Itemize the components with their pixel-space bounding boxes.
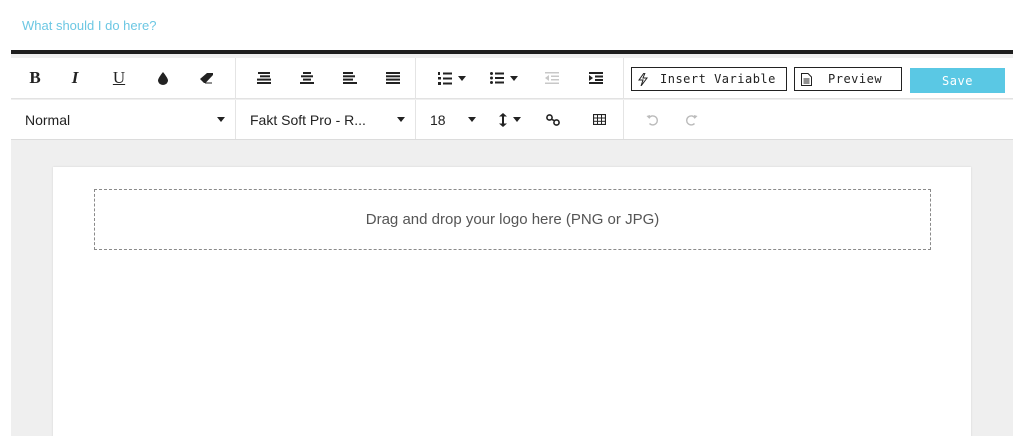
ink-drop-icon [158, 71, 168, 85]
alignment-group [236, 58, 416, 98]
align-justify-button[interactable] [372, 63, 415, 93]
align-right-icon [343, 72, 358, 84]
paragraph-style-value: Normal [25, 111, 71, 128]
dropzone-text: Drag and drop your logo here (PNG or JPG… [365, 211, 660, 228]
link-icon [546, 113, 560, 126]
bullet-list-icon [490, 72, 504, 84]
redo-icon [686, 114, 698, 126]
font-family-value: Fakt Soft Pro - R... [250, 111, 366, 128]
chevron-down-icon [397, 117, 405, 122]
bullet-list-dropdown[interactable] [478, 63, 530, 93]
align-left-icon [256, 72, 271, 84]
preview-label: Preview [828, 72, 883, 86]
email-canvas[interactable]: Drag and drop your logo here (PNG or JPG… [53, 167, 971, 436]
save-button[interactable]: Save [910, 68, 1005, 93]
font-family-select[interactable]: Fakt Soft Pro - R... [236, 100, 416, 139]
align-center-icon [299, 72, 314, 84]
text-style-group: B I U [11, 58, 236, 98]
italic-button[interactable]: I [53, 63, 97, 93]
history-group [624, 100, 734, 139]
align-justify-icon [386, 72, 401, 84]
toolbar-row-typography: Normal Fakt Soft Pro - R... 18 [11, 100, 1013, 140]
insert-link-button[interactable] [530, 105, 576, 135]
preview-button[interactable]: Preview [794, 67, 902, 91]
text-color-button[interactable] [141, 63, 185, 93]
insert-variable-label: Insert Variable [660, 72, 776, 86]
list-group [416, 58, 624, 98]
redo-button[interactable] [672, 105, 712, 135]
line-height-icon [499, 112, 507, 127]
outdent-icon [545, 72, 559, 84]
indent-icon [589, 72, 603, 84]
undo-icon [646, 114, 658, 126]
lightning-icon [638, 72, 648, 86]
email-editor: B I U Insert Variable Preview Save Norma… [11, 50, 1013, 436]
chevron-down-icon [510, 75, 518, 81]
paragraph-style-select[interactable]: Normal [11, 100, 236, 139]
bold-button[interactable]: B [17, 63, 53, 93]
font-size-value: 18 [430, 111, 446, 128]
outdent-button[interactable] [530, 63, 574, 93]
ordered-list-dropdown[interactable] [426, 63, 478, 93]
align-left-button[interactable] [242, 63, 285, 93]
chevron-down-icon [513, 117, 521, 122]
help-link[interactable]: What should I do here? [22, 18, 156, 33]
chevron-down-icon [467, 117, 476, 122]
insert-table-button[interactable] [576, 105, 622, 135]
indent-button[interactable] [574, 63, 618, 93]
toolbar-row-formatting: B I U Insert Variable Preview Save [11, 58, 1013, 99]
undo-button[interactable] [632, 105, 672, 135]
size-and-insert-group: 18 [416, 100, 624, 139]
insert-variable-button[interactable]: Insert Variable [631, 67, 787, 91]
eraser-icon [200, 73, 213, 84]
line-height-dropdown[interactable] [490, 105, 530, 135]
clear-format-button[interactable] [185, 63, 229, 93]
align-center-button[interactable] [285, 63, 328, 93]
align-right-button[interactable] [329, 63, 372, 93]
underline-button[interactable]: U [97, 63, 141, 93]
font-size-select[interactable]: 18 [424, 105, 490, 135]
table-icon [592, 114, 606, 125]
chevron-down-icon [458, 75, 466, 81]
logo-dropzone[interactable]: Drag and drop your logo here (PNG or JPG… [94, 189, 931, 250]
ordered-list-icon [438, 71, 452, 85]
document-icon [801, 72, 812, 86]
chevron-down-icon [217, 117, 225, 122]
